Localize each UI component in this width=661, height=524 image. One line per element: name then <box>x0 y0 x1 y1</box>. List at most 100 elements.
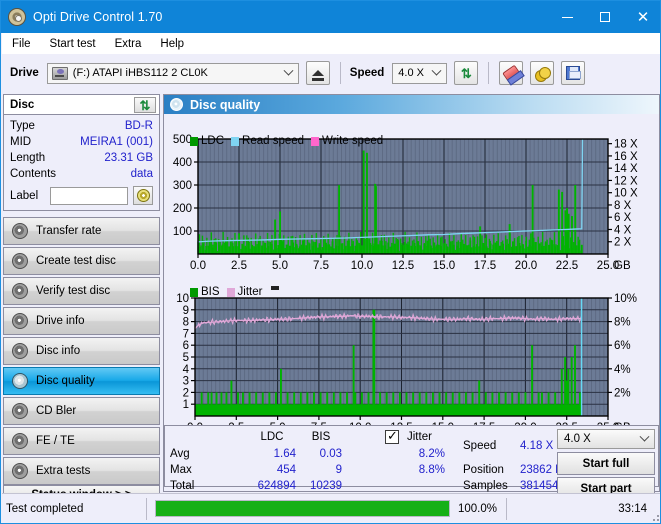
sidebar-item-disc-info[interactable]: Disc info <box>3 337 160 365</box>
disc-properties: Type BD-R MID MEIRA1 (001) Length 23.31 … <box>4 115 159 210</box>
disc-label-input[interactable] <box>50 187 128 205</box>
jitter-checkbox[interactable] <box>385 430 399 444</box>
toolbar-divider <box>340 62 341 84</box>
status-divider <box>146 498 147 520</box>
legend-item-ldc: LDC <box>190 135 224 147</box>
legend-label-read-speed: Read speed <box>242 135 304 147</box>
stats-total-bis: 10239 <box>296 480 342 492</box>
sidebar-item-create-test-disc[interactable]: Create test disc <box>3 247 160 275</box>
start-full-button[interactable]: Start full <box>557 452 655 475</box>
drive-icon <box>52 67 68 80</box>
svg-text:1: 1 <box>183 399 189 411</box>
speed-select-value: 4.0 X <box>398 67 424 79</box>
eject-button[interactable] <box>306 61 330 85</box>
stats-avg-ldc: 1.64 <box>248 448 296 460</box>
coins-icon <box>535 67 549 80</box>
svg-text:3: 3 <box>183 376 189 388</box>
sidebar-item-label: Disc quality <box>36 375 95 387</box>
sidebar-item-drive-info[interactable]: Drive info <box>3 307 160 335</box>
ldc-chart-legend: LDC Read speed Write speed <box>190 135 390 147</box>
stats-samples-label: Samples <box>463 480 508 492</box>
svg-text:5.0: 5.0 <box>272 260 288 272</box>
sidebar-item-transfer-rate[interactable]: Transfer rate <box>3 217 160 245</box>
disc-test-icon <box>12 223 28 239</box>
stats-row-avg-label: Avg <box>170 448 190 460</box>
chevron-down-icon <box>283 65 293 75</box>
sidebar-item-cd-bler[interactable]: CD Bler <box>3 397 160 425</box>
chevron-down-icon <box>640 431 650 441</box>
eraser-icon <box>502 64 521 82</box>
sidebar-item-disc-quality[interactable]: Disc quality <box>3 367 160 395</box>
refresh-arrows-icon: ⇅ <box>461 67 472 80</box>
sidebar-item-label: FE / TE <box>36 435 75 447</box>
disc-quality-icon <box>12 373 28 389</box>
menu-bar: File Start test Extra Help <box>2 33 661 54</box>
svg-text:7.5: 7.5 <box>313 260 329 272</box>
svg-text:2%: 2% <box>614 387 631 399</box>
disc-info-icon <box>12 313 28 329</box>
disc-row-mid: MID MEIRA1 (001) <box>10 134 153 150</box>
disc-test-icon <box>12 283 28 299</box>
svg-text:6%: 6% <box>614 340 631 352</box>
svg-text:16 X: 16 X <box>614 151 638 163</box>
stats-samples-value: 381454 <box>520 480 558 492</box>
disc-length-label: Length <box>10 152 45 164</box>
window-title: Opti Drive Control 1.70 <box>33 10 162 24</box>
resize-grip[interactable] <box>649 511 659 521</box>
svg-text:10: 10 <box>176 293 189 305</box>
statistics-panel: LDC BIS Jitter Avg 1.64 0.03 8.2% Max 45… <box>164 425 659 487</box>
speed-select[interactable]: 4.0 X <box>392 63 447 84</box>
svg-text:2 X: 2 X <box>614 237 632 249</box>
menu-file[interactable]: File <box>10 37 33 51</box>
disc-refresh-button[interactable]: ⇅ <box>134 97 156 113</box>
disc-mid-value: MEIRA1 (001) <box>80 136 153 148</box>
svg-text:2: 2 <box>183 387 189 399</box>
coins-button[interactable] <box>530 61 554 85</box>
svg-text:8 X: 8 X <box>614 200 632 212</box>
disc-box-header: Disc ⇅ <box>4 95 159 115</box>
sidebar-item-fe-te[interactable]: FE / TE <box>3 427 160 455</box>
disc-icon <box>8 8 26 26</box>
close-button[interactable]: ✕ <box>624 1 661 33</box>
maximize-button[interactable] <box>586 1 624 33</box>
progress-bar <box>155 500 450 517</box>
disc-label-label: Label <box>10 190 50 202</box>
svg-text:10%: 10% <box>614 293 637 305</box>
progress-percent: 100.0% <box>458 503 506 515</box>
stats-speed-label: Speed <box>463 440 496 452</box>
svg-text:20.0: 20.0 <box>515 260 537 272</box>
status-text: Test completed <box>6 503 146 515</box>
disc-contents-value: data <box>131 168 153 180</box>
menu-extra[interactable]: Extra <box>113 37 144 51</box>
legend-item-write-speed: Write speed <box>311 135 383 147</box>
close-icon: ✕ <box>637 8 650 26</box>
save-button[interactable] <box>561 61 585 85</box>
test-speed-select[interactable]: 4.0 X <box>557 429 655 449</box>
sidebar-item-extra-tests[interactable]: Extra tests <box>3 457 160 485</box>
disc-label-button[interactable] <box>133 186 153 205</box>
disc-row-type: Type BD-R <box>10 118 153 134</box>
disc-info-box: Disc ⇅ Type BD-R MID MEIRA1 (001) Length… <box>3 94 160 211</box>
sidebar-item-label: Transfer rate <box>36 225 101 237</box>
legend-swatch-bis <box>190 288 198 297</box>
sidebar-item-verify-test-disc[interactable]: Verify test disc <box>3 277 160 305</box>
minimize-button[interactable] <box>548 1 586 33</box>
page-title: Disc quality <box>190 98 260 112</box>
title-bar: Opti Drive Control 1.70 ✕ <box>1 1 661 33</box>
menu-help[interactable]: Help <box>158 37 186 51</box>
disc-test-icon <box>12 253 28 269</box>
nav-list: Transfer rate Create test disc Verify te… <box>3 217 160 485</box>
menu-start-test[interactable]: Start test <box>48 37 98 51</box>
eject-icon <box>312 70 324 76</box>
erase-button[interactable] <box>499 61 523 85</box>
status-divider-2 <box>506 498 507 520</box>
disc-label-row: Label <box>10 185 153 206</box>
refresh-button[interactable]: ⇅ <box>454 61 478 85</box>
drive-select-value: (F:) ATAPI iHBS112 2 CL0K <box>73 67 208 79</box>
svg-text:8%: 8% <box>614 317 631 329</box>
drive-select[interactable]: (F:) ATAPI iHBS112 2 CL0K <box>47 63 299 84</box>
toolbar: Drive (F:) ATAPI iHBS112 2 CL0K Speed 4.… <box>2 54 661 92</box>
svg-text:22.5: 22.5 <box>556 260 578 272</box>
disc-row-length: Length 23.31 GB <box>10 150 153 166</box>
svg-text:18 X: 18 X <box>614 139 638 151</box>
